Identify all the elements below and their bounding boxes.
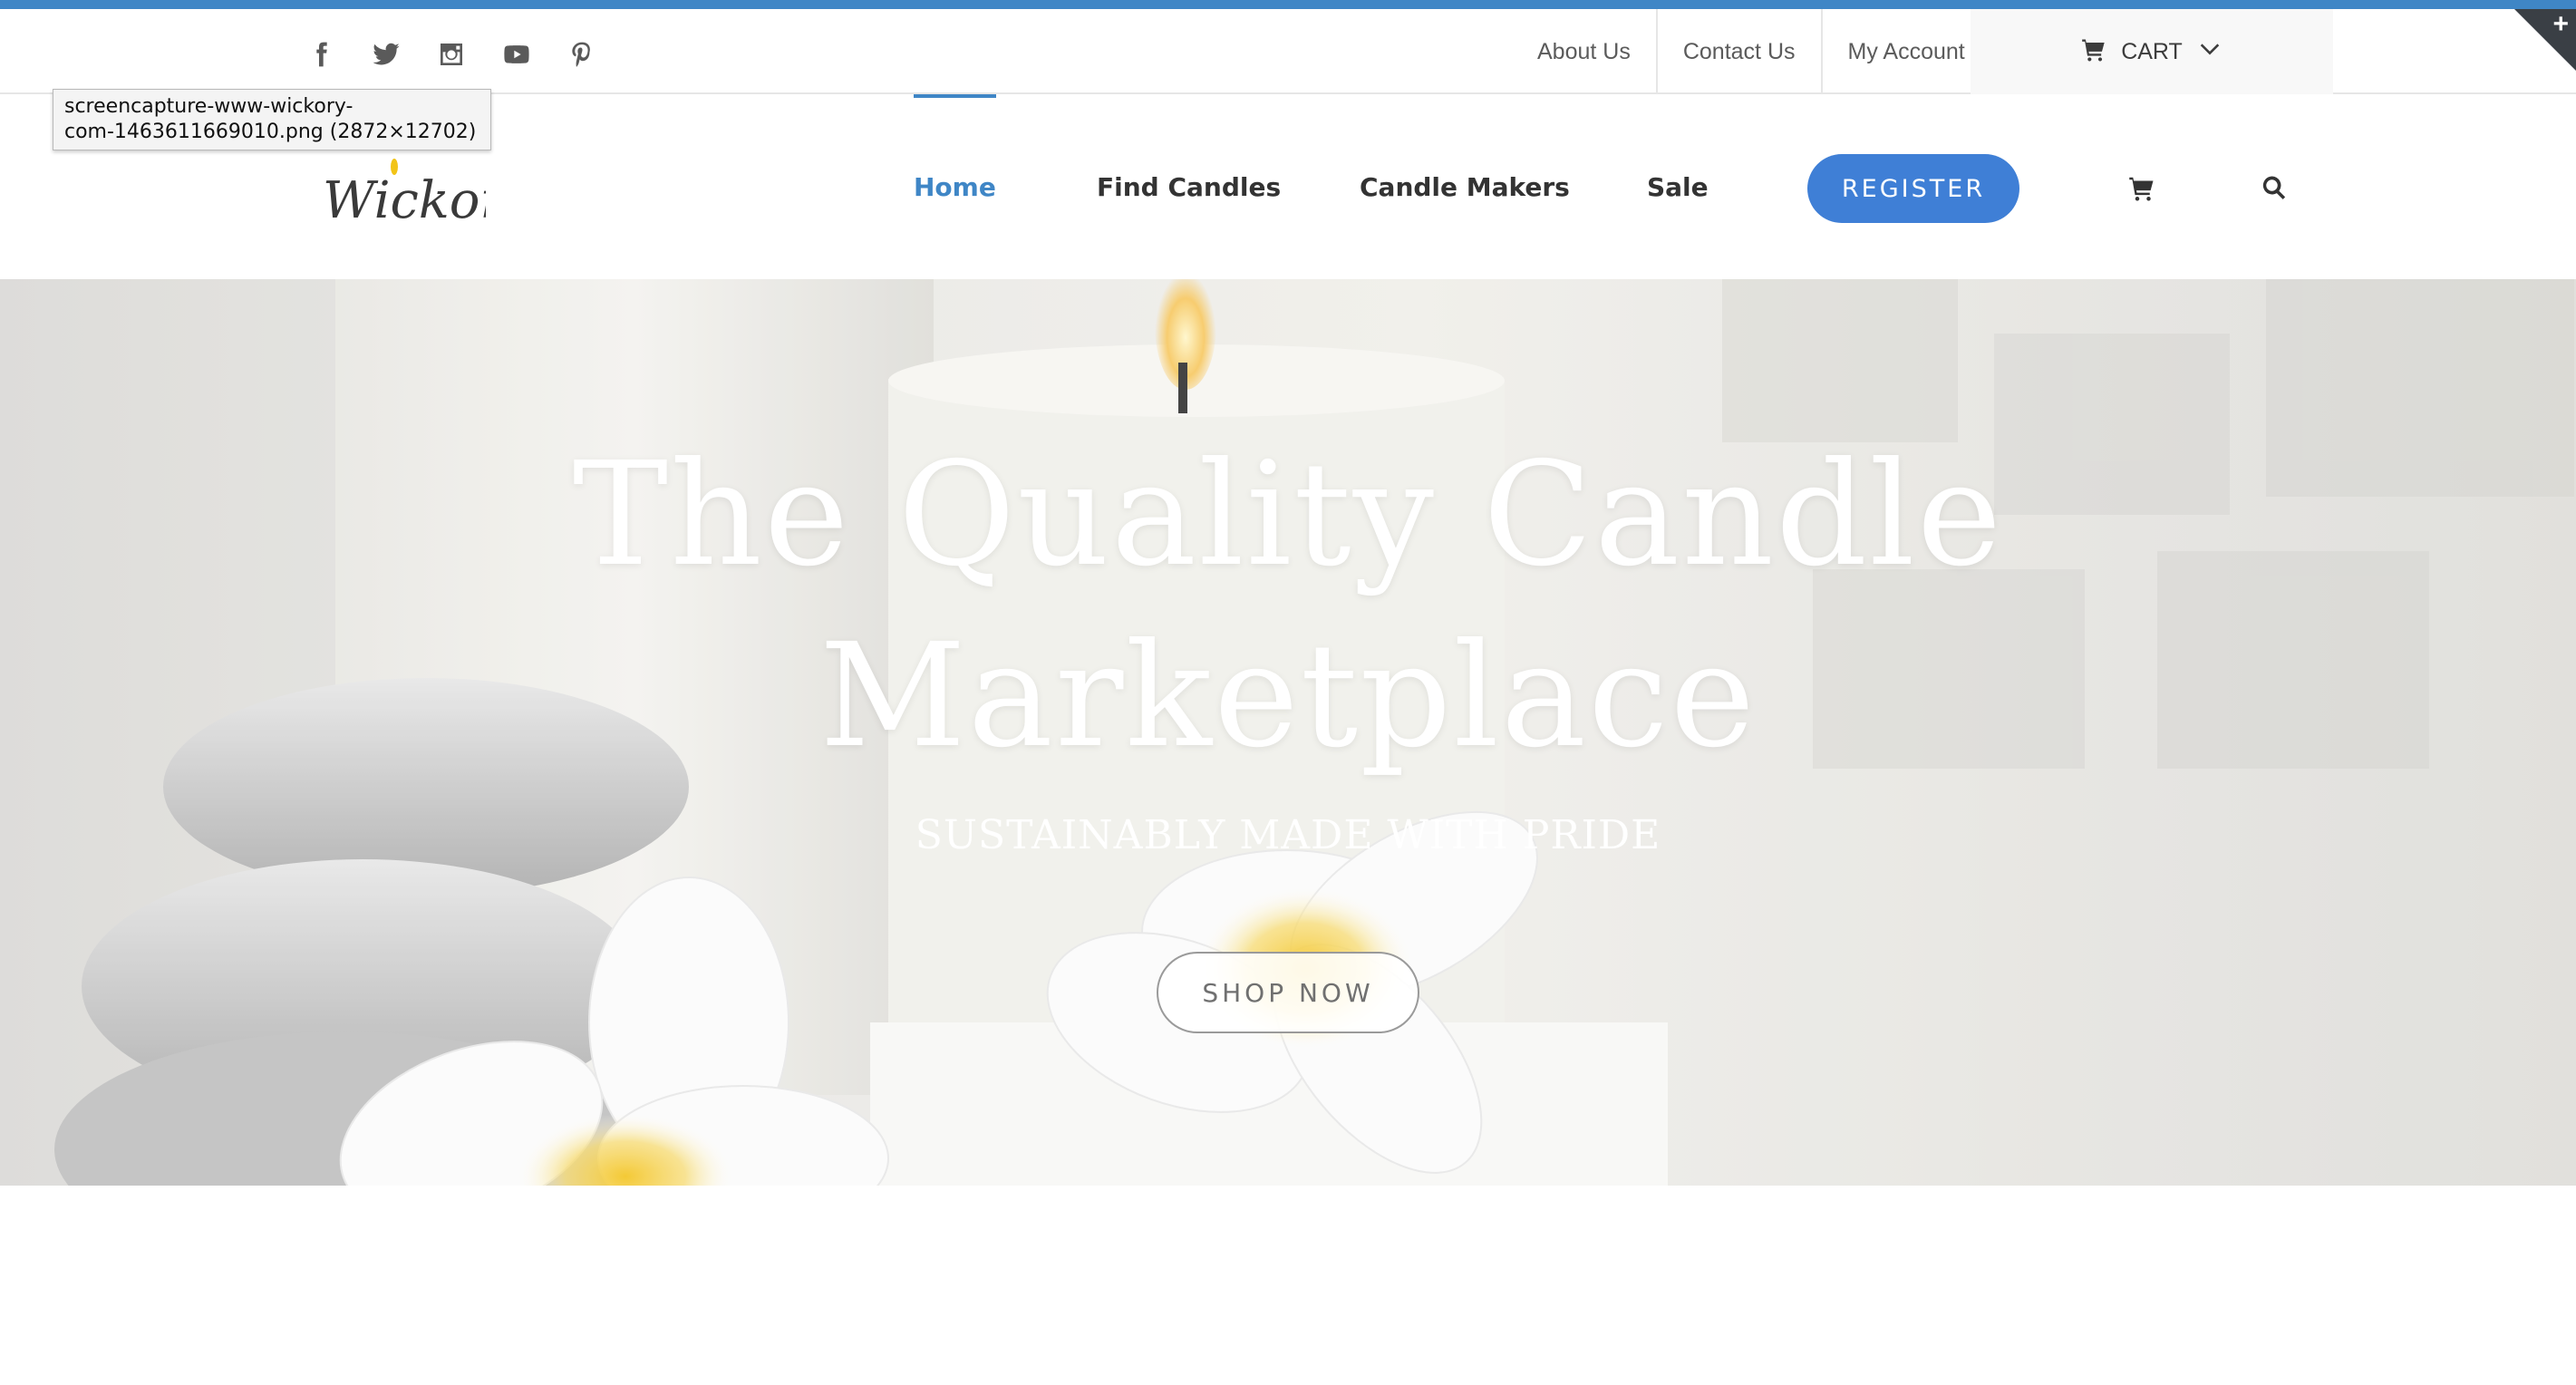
youtube-icon[interactable] bbox=[484, 29, 549, 80]
contact-us-link[interactable]: Contact Us bbox=[1658, 9, 1823, 94]
hero-banner: The Quality Candle Marketplace SUSTAINAB… bbox=[0, 279, 2576, 1186]
top-links: About Us Contact Us My Account bbox=[1512, 9, 1990, 94]
cart-dropdown[interactable]: CART bbox=[1971, 9, 2333, 94]
hero-title-line-2: Marketplace bbox=[818, 613, 1758, 780]
plus-icon: + bbox=[2552, 9, 2569, 39]
file-tooltip: screencapture-www-wickory- com-146361166… bbox=[53, 89, 491, 150]
hero-subtitle: SUSTAINABLY MADE WITH PRIDE bbox=[915, 812, 1661, 858]
pinterest-icon[interactable] bbox=[549, 29, 615, 80]
nav-home[interactable]: Home bbox=[914, 94, 996, 279]
nav-find-candles[interactable]: Find Candles bbox=[1097, 94, 1281, 279]
cart-icon[interactable] bbox=[2128, 174, 2155, 201]
tooltip-line-2: com-1463611669010.png (2872×12702) bbox=[64, 121, 477, 143]
top-bar: About Us Contact Us My Account CART bbox=[0, 9, 2576, 94]
about-us-link[interactable]: About Us bbox=[1512, 9, 1658, 94]
content-area bbox=[0, 1186, 2576, 1385]
cart-label: CART bbox=[2121, 38, 2183, 64]
nav-sale[interactable]: Sale bbox=[1647, 94, 1709, 279]
shop-now-button[interactable]: SHOP NOW bbox=[1157, 952, 1419, 1033]
twitter-icon[interactable] bbox=[353, 29, 419, 80]
search-icon[interactable] bbox=[2261, 174, 2288, 201]
chevron-down-icon bbox=[2197, 36, 2223, 68]
facebook-icon[interactable] bbox=[288, 29, 353, 80]
hero-title-line-1: The Quality Candle bbox=[572, 431, 2004, 598]
shopping-cart-icon bbox=[2081, 36, 2106, 68]
my-account-link[interactable]: My Account bbox=[1823, 9, 1990, 94]
top-accent-line bbox=[0, 0, 2576, 9]
social-links bbox=[288, 29, 615, 80]
nav-candle-makers[interactable]: Candle Makers bbox=[1360, 94, 1570, 279]
instagram-icon[interactable] bbox=[419, 29, 484, 80]
hero-title: The Quality Candle Marketplace bbox=[0, 424, 2576, 787]
tooltip-line-1: screencapture-www-wickory- bbox=[64, 95, 353, 118]
register-button[interactable]: REGISTER bbox=[1807, 154, 2019, 223]
